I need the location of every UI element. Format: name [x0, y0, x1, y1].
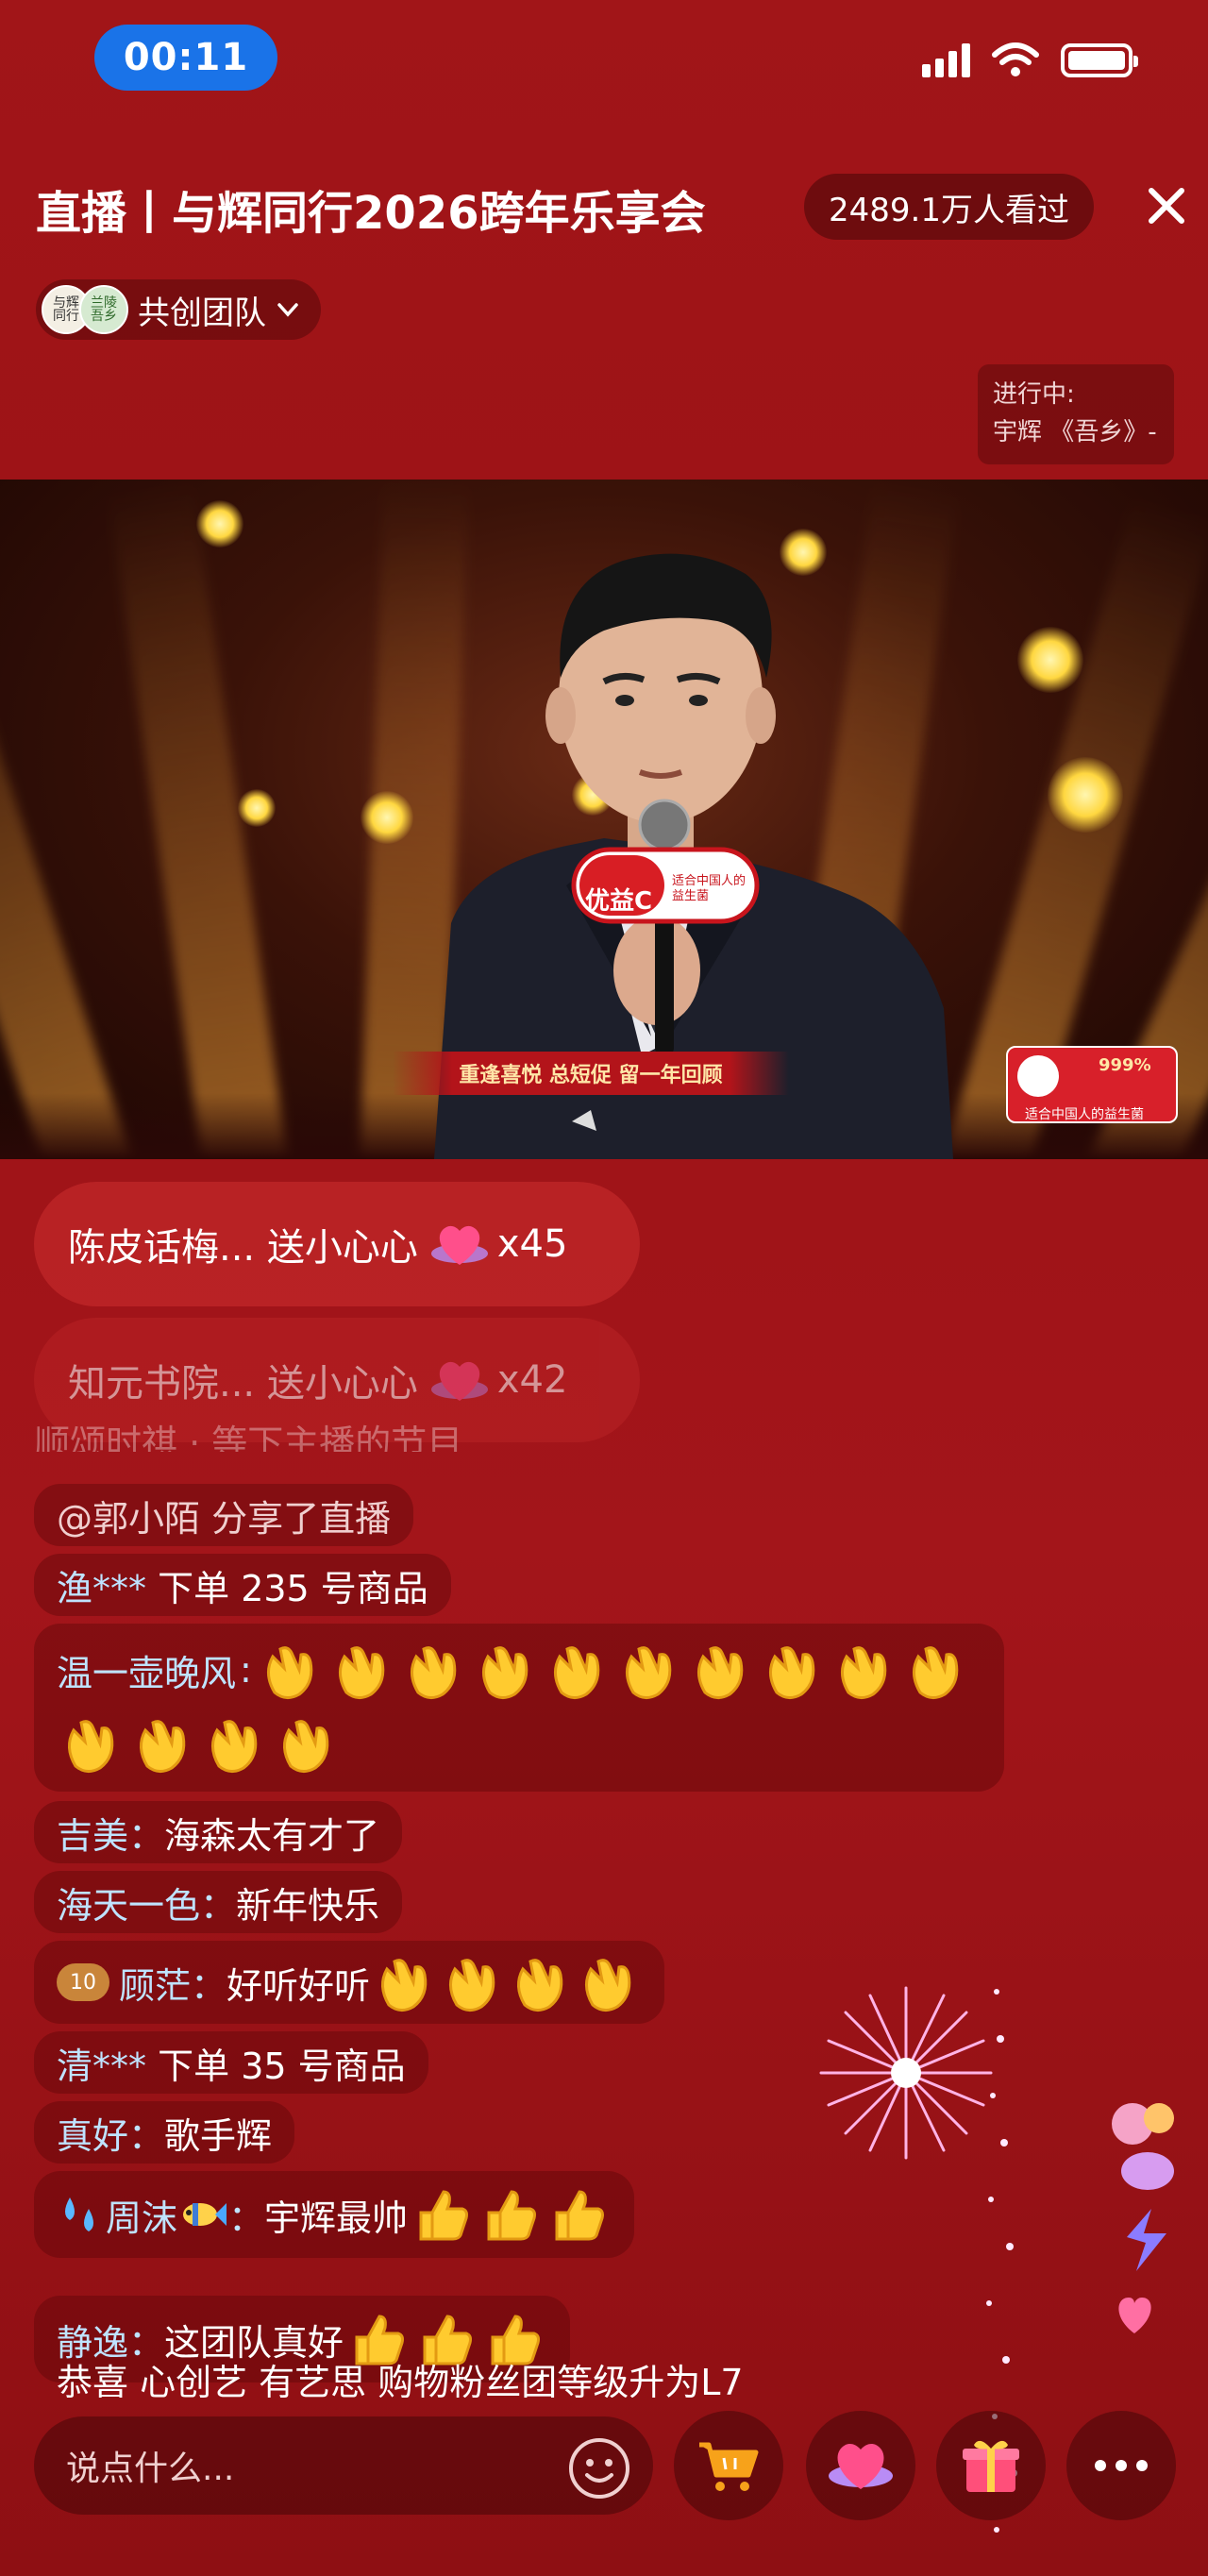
status-bar: 00:11 [0, 0, 1208, 123]
sponsor-logo-icon [1017, 1055, 1059, 1097]
ad-badge: 999% [1099, 1055, 1151, 1075]
time-display[interactable]: 00:11 [94, 25, 277, 91]
chat-username: 温一壶晚风 [57, 1652, 237, 1694]
chat-message: 真好： 歌手辉 [34, 2101, 295, 2164]
clapping-hands-icon [283, 1720, 329, 1773]
clapping-hands-icon [266, 1646, 313, 1699]
sweat-drops-icon [65, 2197, 93, 2231]
gift-count: x42 [496, 1358, 568, 1402]
clapping-hands-icon [381, 1959, 428, 2012]
clapping-hands-icon [140, 1720, 186, 1773]
smiley-icon[interactable] [566, 2435, 632, 2501]
heart-gift-icon [430, 1225, 488, 1265]
heart-gift-icon [430, 1361, 488, 1401]
clapping-hands-icon [840, 1646, 887, 1699]
shopping-cart-button[interactable] [674, 2411, 783, 2520]
clapping-hands-icon [768, 1646, 815, 1699]
gift-button[interactable] [936, 2411, 1046, 2520]
comment-placeholder: 说点什么... [66, 2450, 235, 2488]
clapping-hands-icon [410, 1646, 457, 1699]
gift-notification: 陈皮话梅... 送小心心 x45 [34, 1182, 640, 1306]
tropical-fish-icon [183, 2203, 227, 2226]
chat-username: 顾茫 [119, 1964, 192, 2007]
faded-chat-line: 顺颂时祺 · 等下主播的节目 [34, 1423, 463, 1452]
chat-username: 海天一色 [57, 1884, 201, 1927]
gift-user: 知元书院... [68, 1362, 256, 1406]
more-button[interactable] [1066, 2411, 1176, 2520]
chat-username: 清*** [57, 2045, 147, 2087]
gift-count: x45 [496, 1222, 568, 1266]
fan-level-badge: 10 [57, 1963, 109, 2001]
battery-icon [1061, 43, 1138, 77]
floating-likes-effect [1112, 2103, 1174, 2333]
cellular-signal-icon [922, 43, 970, 77]
team-selector[interactable]: 与辉 同行 兰陵 吾乡 共创团队 [36, 279, 321, 340]
thumbs-up-icon [419, 2190, 469, 2241]
chat-username: 周沫 [106, 2197, 178, 2239]
chat-message: 10 顾茫： 好听好听 [34, 1941, 665, 2024]
chat-text: 这团队真好 [164, 2321, 344, 2364]
share-text: @郭小陌 分享了直播 [57, 1497, 392, 1540]
chat-text: 宇辉最帅 [264, 2197, 409, 2239]
live-video[interactable]: 优益C 适合中国人的益生菌 重逢喜悦 总短促 留一年回顾 999% 适合中国人的… [0, 480, 1208, 1159]
status-icons [922, 42, 1138, 79]
chat-message-claps: 温一壶晚风: [34, 1624, 1004, 1792]
clapping-hands-icon [912, 1646, 959, 1699]
clapping-hands-icon [449, 1959, 495, 2012]
clapping-hands-icon [68, 1720, 114, 1773]
avatar: 兰陵 吾乡 [79, 285, 128, 334]
clapping-hands-icon [585, 1959, 631, 2012]
team-label: 共创团队 [138, 294, 266, 332]
mic-badge-slogan: 适合中国人的益生菌 [672, 874, 747, 903]
thumbs-up-icon [487, 2190, 537, 2241]
now-playing-card[interactable]: 进行中: 宇辉 《吾乡》- [978, 364, 1174, 464]
mic-badge-brand: 优益C [585, 887, 653, 916]
chat-text: 歌手辉 [164, 2114, 273, 2157]
gift-action: 送小心心 [266, 1362, 418, 1406]
clapping-hands-icon [625, 1646, 672, 1699]
live-title: 直播丨与辉同行2026跨年乐享会 [36, 187, 706, 240]
chat-message: 周沫 ： 宇辉最帅 [34, 2171, 635, 2258]
more-icon [1095, 2460, 1148, 2471]
comment-input[interactable]: 说点什么... [34, 2416, 653, 2515]
gift-box-icon [963, 2440, 1019, 2492]
chat-message-order: 清*** 下单 35 号商品 [34, 2031, 428, 2094]
video-caption: 重逢喜悦 总短促 留一年回顾 [393, 1052, 789, 1095]
gift-user: 陈皮话梅... [68, 1226, 256, 1270]
chat-text: 下单 35 号商品 [158, 2045, 406, 2087]
viewer-count[interactable]: 2489.1万人看过 [804, 174, 1094, 240]
chat-username: 静逸 [57, 2321, 129, 2364]
chat-username: 真好 [57, 2114, 129, 2157]
heart-gift-icon [829, 2443, 893, 2489]
clapping-hands-icon [553, 1646, 600, 1699]
clapping-hands-icon [481, 1646, 528, 1699]
chat-text: 下单 235 号商品 [158, 1567, 428, 1609]
fan-level-up-notice: 恭喜 心创艺 有艺思 购物粉丝团等级升为L7 [34, 2360, 766, 2399]
now-playing-label: 进行中: [993, 380, 1075, 409]
clapping-hands-icon [517, 1959, 563, 2012]
gift-action: 送小心心 [266, 1226, 418, 1270]
cart-icon [699, 2442, 759, 2491]
now-playing-song: 宇辉 《吾乡》- [993, 418, 1157, 446]
like-heart-button[interactable] [806, 2411, 915, 2520]
thumbs-up-icon [555, 2190, 605, 2241]
chat-text: 新年快乐 [236, 1884, 380, 1927]
clapping-hands-icon [338, 1646, 385, 1699]
close-icon[interactable] [1140, 179, 1193, 232]
chat-username: 吉美 [57, 1814, 129, 1857]
clapping-hands-icon [696, 1646, 744, 1699]
clapping-hands-icon [211, 1720, 258, 1773]
wifi-icon [992, 42, 1039, 76]
chat-text: 好听好听 [226, 1964, 371, 2007]
chevron-down-icon [277, 303, 298, 317]
chat-message: 海天一色： 新年快乐 [34, 1871, 403, 1933]
chat-message: 吉美： 海森太有才了 [34, 1801, 403, 1863]
ad-caption: 适合中国人的益生菌 [1025, 1107, 1144, 1122]
chat-username: 渔*** [57, 1567, 147, 1609]
team-avatars: 与辉 同行 兰陵 吾乡 [42, 285, 128, 334]
chat-message-share: @郭小陌 分享了直播 [34, 1484, 414, 1546]
level-up-text: 恭喜 心创艺 有艺思 购物粉丝团等级升为L7 [57, 2361, 744, 2399]
chat-text: 海森太有才了 [164, 1814, 380, 1857]
chat-message-order: 渔*** 下单 235 号商品 [34, 1554, 451, 1616]
